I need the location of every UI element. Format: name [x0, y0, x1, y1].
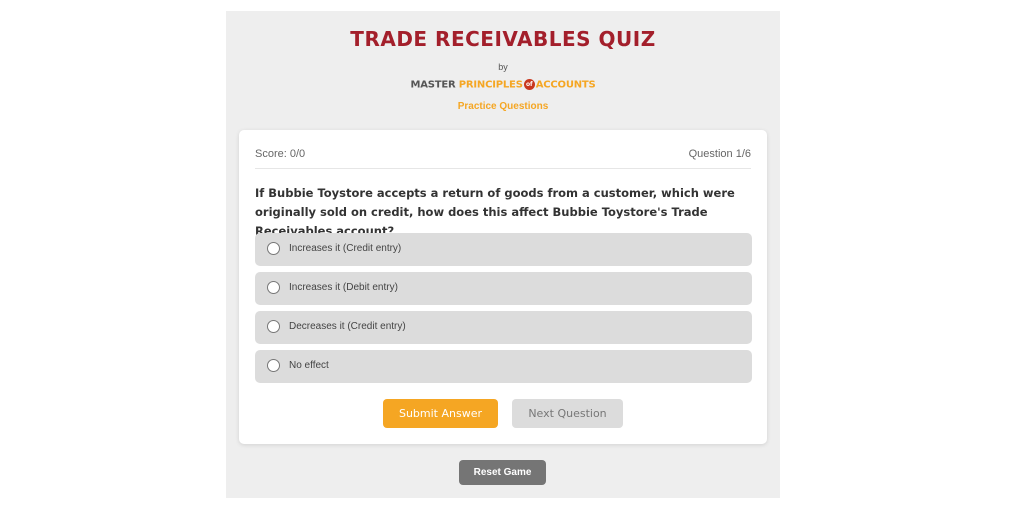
brand-master: MASTER — [410, 79, 459, 91]
answer-option-label: Increases it (Credit entry) — [289, 243, 402, 254]
answer-option-label: Decreases it (Credit entry) — [289, 321, 406, 332]
reset-game-button[interactable]: Reset Game — [459, 460, 546, 485]
answer-option-label: No effect — [289, 360, 329, 371]
answer-option-2[interactable]: Increases it (Debit entry) — [255, 272, 752, 305]
answer-option-3[interactable]: Decreases it (Credit entry) — [255, 311, 752, 344]
practice-questions-subtitle: Practice Questions — [457, 101, 549, 112]
quiz-panel: TRADE RECEIVABLES QUIZ by MASTER PRINCIP… — [226, 11, 780, 498]
next-question-button[interactable]: Next Question — [512, 399, 623, 428]
brand-logo: MASTER PRINCIPLES of ACCOUNTS — [226, 79, 780, 91]
quiz-title: TRADE RECEIVABLES QUIZ — [350, 27, 656, 51]
radio-button-icon[interactable] — [267, 320, 280, 333]
brand-principles: PRINCIPLES — [458, 79, 523, 91]
radio-button-icon[interactable] — [267, 359, 280, 372]
answer-option-4[interactable]: No effect — [255, 350, 752, 383]
divider — [255, 168, 751, 169]
radio-button-icon[interactable] — [267, 281, 280, 294]
submit-answer-button[interactable]: Submit Answer — [383, 399, 498, 428]
answer-option-1[interactable]: Increases it (Credit entry) — [255, 233, 752, 266]
brand-accounts: ACCOUNTS — [535, 79, 596, 91]
question-card: Score: 0/0 Question 1/6 If Bubbie Toysto… — [239, 130, 767, 444]
radio-button-icon[interactable] — [267, 242, 280, 255]
brand-of-badge: of — [523, 79, 535, 90]
answer-option-label: Increases it (Debit entry) — [289, 282, 398, 293]
score-text: Score: 0/0 — [255, 148, 306, 160]
question-number: Question 1/6 — [688, 148, 751, 160]
by-text: by — [498, 62, 508, 72]
